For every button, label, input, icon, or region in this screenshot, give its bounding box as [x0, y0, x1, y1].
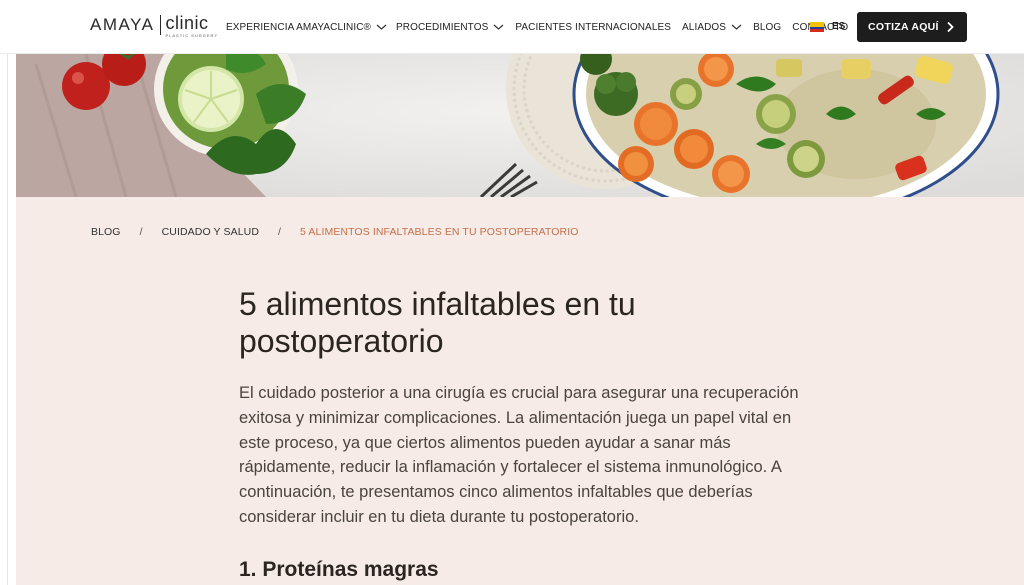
- brand-tagline: PLASTIC SURGERY: [165, 33, 218, 38]
- hero-image: [16, 54, 1024, 197]
- article-subheading: 1. Proteínas magras: [239, 558, 439, 581]
- breadcrumb-current: 5 ALIMENTOS INFALTABLES EN TU POSTOPERAT…: [300, 226, 579, 238]
- chevron-down-icon: [731, 24, 742, 30]
- site-header: AMAYA clinic PLASTIC SURGERY EXPERIENCIA…: [0, 0, 1024, 54]
- page-left-margin: [0, 54, 16, 585]
- nav-item-label: EXPERIENCIA AMAYACLINIC®: [226, 21, 371, 33]
- article-title: 5 alimentos infaltables en tu postoperat…: [239, 286, 636, 359]
- article-intro: El cuidado posterior a una cirugía es cr…: [239, 384, 799, 526]
- main-nav: EXPERIENCIA AMAYACLINIC® PROCEDIMIENTOS …: [226, 20, 848, 34]
- nav-item-label: ALIADOS: [682, 21, 727, 33]
- chevron-right-icon: [947, 21, 954, 33]
- nav-item-label: BLOG: [753, 21, 782, 33]
- brand-name: AMAYA: [90, 15, 155, 34]
- nav-item-aliados[interactable]: ALIADOS: [682, 22, 742, 33]
- colombia-flag-icon: [810, 21, 824, 32]
- hero-food-illustration: [16, 54, 1024, 197]
- breadcrumb-separator: /: [139, 226, 143, 238]
- cotiza-button-label: COTIZA AQUÍ: [868, 21, 939, 33]
- language-label: ES: [832, 21, 846, 32]
- logo-divider: [159, 15, 161, 35]
- chevron-down-icon: [493, 24, 504, 30]
- cotiza-button[interactable]: COTIZA AQUÍ: [857, 12, 967, 42]
- nav-item-procedimientos[interactable]: PROCEDIMIENTOS: [396, 22, 504, 33]
- nav-item-label: PROCEDIMIENTOS: [396, 21, 489, 33]
- language-selector[interactable]: ES: [810, 21, 845, 32]
- nav-item-blog[interactable]: BLOG: [753, 22, 781, 33]
- breadcrumb-item-blog[interactable]: BLOG: [91, 226, 121, 238]
- nav-item-pacientes-internacionales[interactable]: PACIENTES INTERNACIONALES: [515, 22, 671, 33]
- brand-name-secondary: clinic: [165, 13, 209, 33]
- nav-item-experiencia[interactable]: EXPERIENCIA AMAYACLINIC®: [226, 22, 387, 33]
- brand-logo[interactable]: AMAYA clinic PLASTIC SURGERY: [90, 14, 218, 38]
- nav-item-label: PACIENTES INTERNACIONALES: [515, 21, 672, 33]
- breadcrumb: BLOG / CUIDADO Y SALUD / 5 ALIMENTOS INF…: [91, 226, 578, 238]
- logo-right-block: clinic PLASTIC SURGERY: [166, 14, 219, 38]
- breadcrumb-separator: /: [278, 226, 282, 238]
- chevron-down-icon: [376, 24, 387, 30]
- breadcrumb-item-cuidado-y-salud[interactable]: CUIDADO Y SALUD: [162, 226, 259, 238]
